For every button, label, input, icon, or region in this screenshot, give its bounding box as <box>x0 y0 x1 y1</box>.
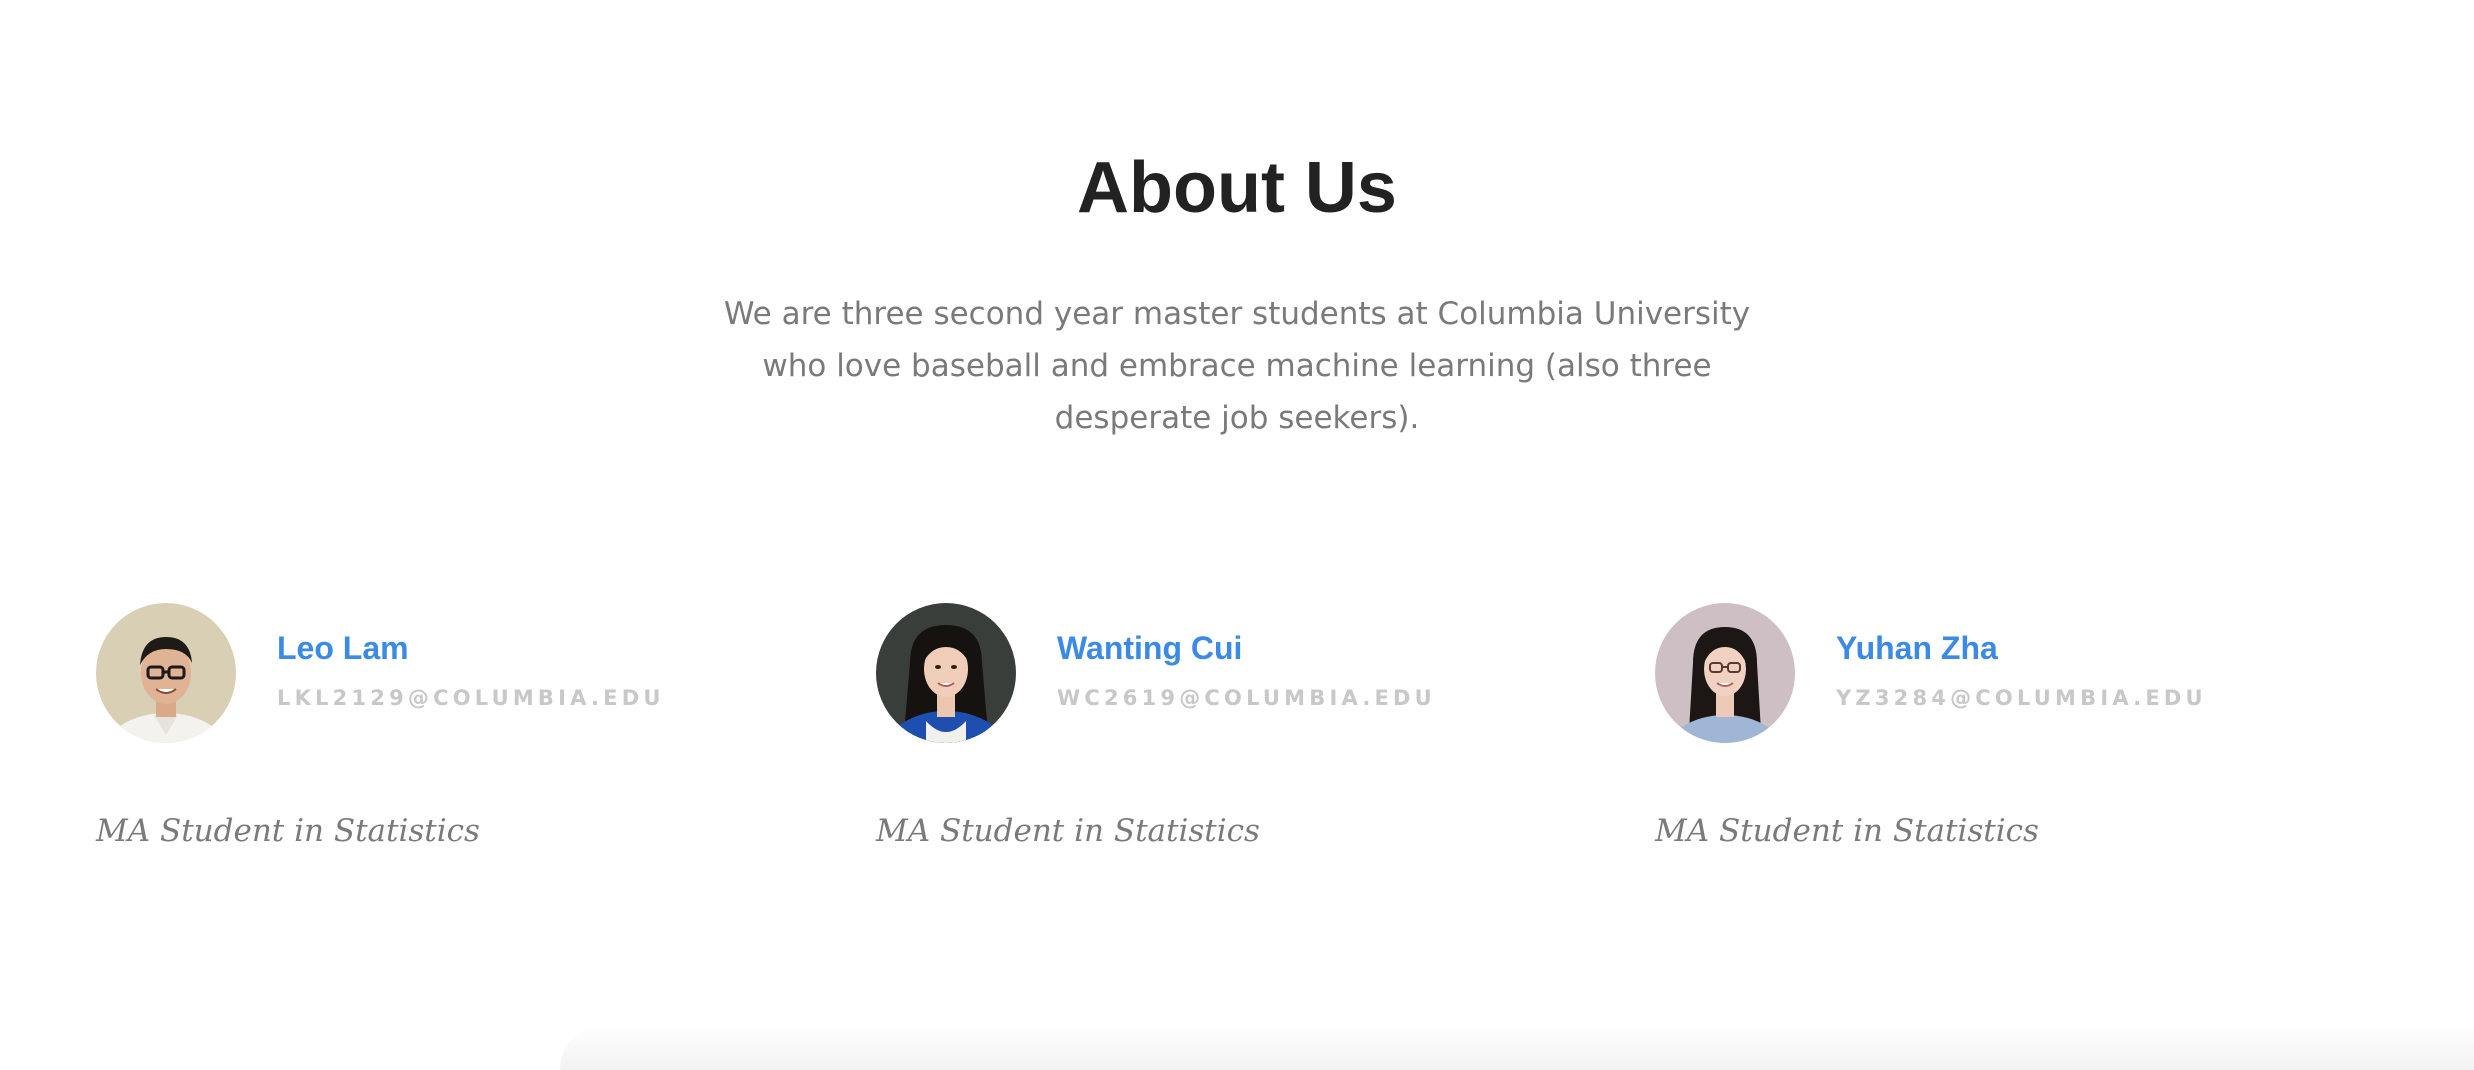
member-email[interactable]: WC2619@COLUMBIA.EDU <box>1057 683 1436 713</box>
member-email[interactable]: LKL2129@COLUMBIA.EDU <box>277 683 665 713</box>
member-name-link[interactable]: Wanting Cui <box>1057 627 1242 669</box>
member-role: MA Student in Statistics <box>1655 813 2039 849</box>
about-description: We are three second year master students… <box>723 296 1751 436</box>
about-us-page: About Us We are three second year master… <box>0 0 2474 1070</box>
team-member-card: Leo Lam LKL2129@COLUMBIA.EDU MA Student … <box>96 603 816 873</box>
member-role: MA Student in Statistics <box>96 813 480 849</box>
avatar <box>876 603 1016 743</box>
section-divider-shadow <box>560 1025 2474 1070</box>
member-email[interactable]: YZ3284@COLUMBIA.EDU <box>1836 683 2207 713</box>
avatar <box>96 603 236 743</box>
member-name-link[interactable]: Leo Lam <box>277 627 409 669</box>
page-title: About Us <box>1077 148 1397 228</box>
member-name-link[interactable]: Yuhan Zha <box>1836 627 1998 669</box>
team-member-card: Yuhan Zha YZ3284@COLUMBIA.EDU MA Student… <box>1655 603 2375 873</box>
avatar <box>1655 603 1795 743</box>
member-role: MA Student in Statistics <box>876 813 1260 849</box>
team-member-card: Wanting Cui WC2619@COLUMBIA.EDU MA Stude… <box>876 603 1596 873</box>
